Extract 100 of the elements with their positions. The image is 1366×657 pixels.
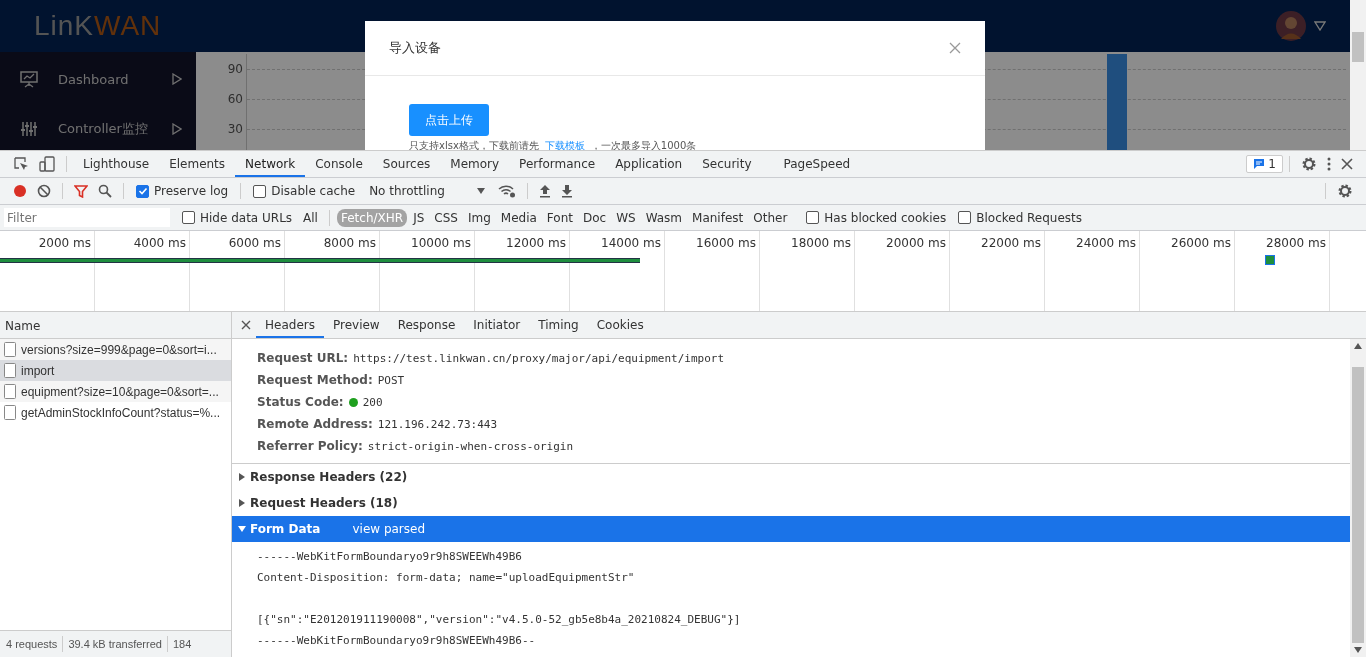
devtools-tab[interactable]: Security bbox=[692, 151, 762, 177]
document-icon bbox=[4, 384, 16, 399]
header-value: https://test.linkwan.cn/proxy/major/api/equipment/import bbox=[353, 351, 724, 365]
devtools-tab[interactable]: Lighthouse bbox=[73, 151, 160, 177]
close-icon[interactable] bbox=[949, 42, 961, 54]
inspect-icon[interactable] bbox=[13, 156, 29, 172]
sliders-icon bbox=[20, 120, 38, 138]
scroll-down-icon[interactable] bbox=[1354, 647, 1362, 653]
section-header[interactable]: Form Data view parsed bbox=[232, 516, 1350, 542]
devtools-tab[interactable]: Application bbox=[605, 151, 693, 177]
filter-icon[interactable] bbox=[74, 184, 88, 198]
devtools-tab[interactable]: Memory bbox=[440, 151, 510, 177]
checkbox[interactable] bbox=[253, 184, 267, 198]
type-filter[interactable]: Other bbox=[749, 208, 792, 227]
presentation-icon bbox=[20, 70, 38, 88]
sidebar-label: Dashboard bbox=[58, 71, 130, 87]
clear-icon[interactable] bbox=[37, 184, 51, 198]
timeline-tick: 14000 ms bbox=[600, 235, 662, 252]
type-filter[interactable]: Font bbox=[542, 208, 577, 227]
record-icon[interactable] bbox=[13, 184, 27, 198]
detail-tab[interactable]: Initiator bbox=[464, 312, 530, 338]
view-parsed-link[interactable]: view parsed bbox=[352, 522, 426, 536]
caret-down-icon bbox=[238, 525, 246, 533]
checkbox[interactable] bbox=[958, 211, 972, 224]
request-row[interactable]: getAdminStockInfoCount?status=%... bbox=[0, 402, 231, 423]
section-title: Response Headers (22) bbox=[250, 470, 408, 484]
request-row[interactable]: versions?size=999&page=0&sort=i... bbox=[0, 339, 231, 360]
detail-tab[interactable]: Preview bbox=[323, 312, 389, 338]
axis-tick-label: 60 bbox=[226, 92, 243, 106]
request-name: versions?size=999&page=0&sort=i... bbox=[21, 342, 217, 357]
issues-badge[interactable]: 1 bbox=[1246, 155, 1283, 173]
type-filter[interactable]: CSS bbox=[430, 208, 462, 227]
document-icon bbox=[4, 405, 16, 420]
checkbox[interactable] bbox=[806, 211, 820, 224]
throttling-select[interactable]: No throttling bbox=[369, 184, 485, 198]
devtools-tab[interactable]: Performance bbox=[509, 151, 606, 177]
sidebar-label: Controller监控 bbox=[58, 120, 149, 138]
timeline-tick: 8000 ms bbox=[322, 235, 377, 252]
detail-tab[interactable]: Headers bbox=[256, 312, 324, 338]
type-filter[interactable]: JS bbox=[409, 208, 429, 227]
hide-data-urls-checkbox[interactable]: Hide data URLs bbox=[182, 210, 293, 225]
dropdown-icon[interactable] bbox=[1314, 21, 1326, 31]
settings-icon[interactable] bbox=[1301, 156, 1317, 172]
sidebar-item[interactable]: Dashboard bbox=[0, 54, 196, 104]
checkbox[interactable] bbox=[182, 211, 195, 224]
timeline-tick: 10000 ms bbox=[410, 235, 472, 252]
blocked-requests-checkbox[interactable]: Blocked Requests bbox=[958, 210, 1083, 225]
device-icon[interactable] bbox=[39, 156, 55, 172]
timeline-tick: 6000 ms bbox=[227, 235, 282, 252]
caret-right-icon bbox=[238, 499, 246, 507]
request-name: equipment?size=10&page=0&sort=... bbox=[21, 384, 219, 399]
type-filter[interactable]: Manifest bbox=[688, 208, 748, 227]
request-row[interactable]: import bbox=[0, 360, 231, 381]
type-filter[interactable]: Wasm bbox=[641, 208, 687, 227]
timeline-tick: 16000 ms bbox=[695, 235, 757, 252]
close-icon[interactable] bbox=[1341, 158, 1353, 170]
devtools-tab[interactable]: Sources bbox=[372, 151, 441, 177]
timeline-tick: 18000 ms bbox=[790, 235, 852, 252]
section-header[interactable]: Response Headers (22) bbox=[232, 464, 1350, 490]
request-name: getAdminStockInfoCount?status=%... bbox=[21, 405, 221, 420]
caret-icon bbox=[476, 188, 485, 194]
filter-field[interactable]: Filter bbox=[4, 208, 170, 227]
issues-count: 1 bbox=[1268, 157, 1276, 171]
devtools-tab[interactable]: Console bbox=[305, 151, 373, 177]
checkbox[interactable] bbox=[136, 184, 149, 198]
request-row[interactable]: equipment?size=10&page=0&sort=... bbox=[0, 381, 231, 402]
type-filter[interactable]: WS bbox=[612, 208, 640, 227]
scrollbar[interactable] bbox=[1350, 339, 1366, 657]
type-filter[interactable]: Media bbox=[496, 208, 541, 227]
disable-cache-checkbox[interactable]: Disable cache bbox=[253, 184, 356, 198]
detail-tab[interactable]: Response bbox=[388, 312, 465, 338]
more-icon[interactable] bbox=[1327, 156, 1331, 172]
type-filter[interactable]: Img bbox=[463, 208, 495, 227]
type-filter[interactable]: Doc bbox=[578, 208, 611, 227]
type-filter[interactable]: All bbox=[299, 208, 322, 227]
download-icon[interactable] bbox=[560, 184, 573, 198]
sidebar-item[interactable]: Controller监控 bbox=[0, 104, 196, 150]
search-icon[interactable] bbox=[98, 184, 112, 198]
column-header[interactable]: Name bbox=[0, 312, 231, 339]
close-icon[interactable] bbox=[241, 320, 251, 330]
header-name: Remote Address: bbox=[257, 417, 373, 431]
devtools-tab[interactable]: PageSpeed bbox=[773, 151, 861, 177]
timeline-tick: 20000 ms bbox=[885, 235, 947, 252]
scrollbar[interactable] bbox=[1350, 0, 1366, 150]
detail-tab[interactable]: Cookies bbox=[587, 312, 653, 338]
settings-icon[interactable] bbox=[1337, 183, 1353, 199]
devtools-tab[interactable]: Elements bbox=[159, 151, 236, 177]
header-name: Status Code: bbox=[257, 395, 344, 409]
status-text: 184 bbox=[172, 638, 192, 650]
detail-tab[interactable]: Timing bbox=[529, 312, 588, 338]
axis-tick-label: 90 bbox=[226, 62, 243, 76]
upload-icon[interactable] bbox=[538, 184, 551, 198]
wifi-settings-icon[interactable] bbox=[497, 184, 516, 198]
scroll-up-icon[interactable] bbox=[1354, 343, 1362, 349]
timeline-tick: 4000 ms bbox=[132, 235, 187, 252]
section-header[interactable]: Request Headers (18) bbox=[232, 490, 1350, 516]
hint-text: ，一次最多导入1000条 bbox=[590, 139, 697, 150]
blocked-cookies-checkbox[interactable]: Has blocked cookies bbox=[806, 210, 947, 225]
preserve-log-checkbox[interactable]: Preserve log bbox=[136, 184, 229, 198]
timeline-tick: 12000 ms bbox=[505, 235, 567, 252]
